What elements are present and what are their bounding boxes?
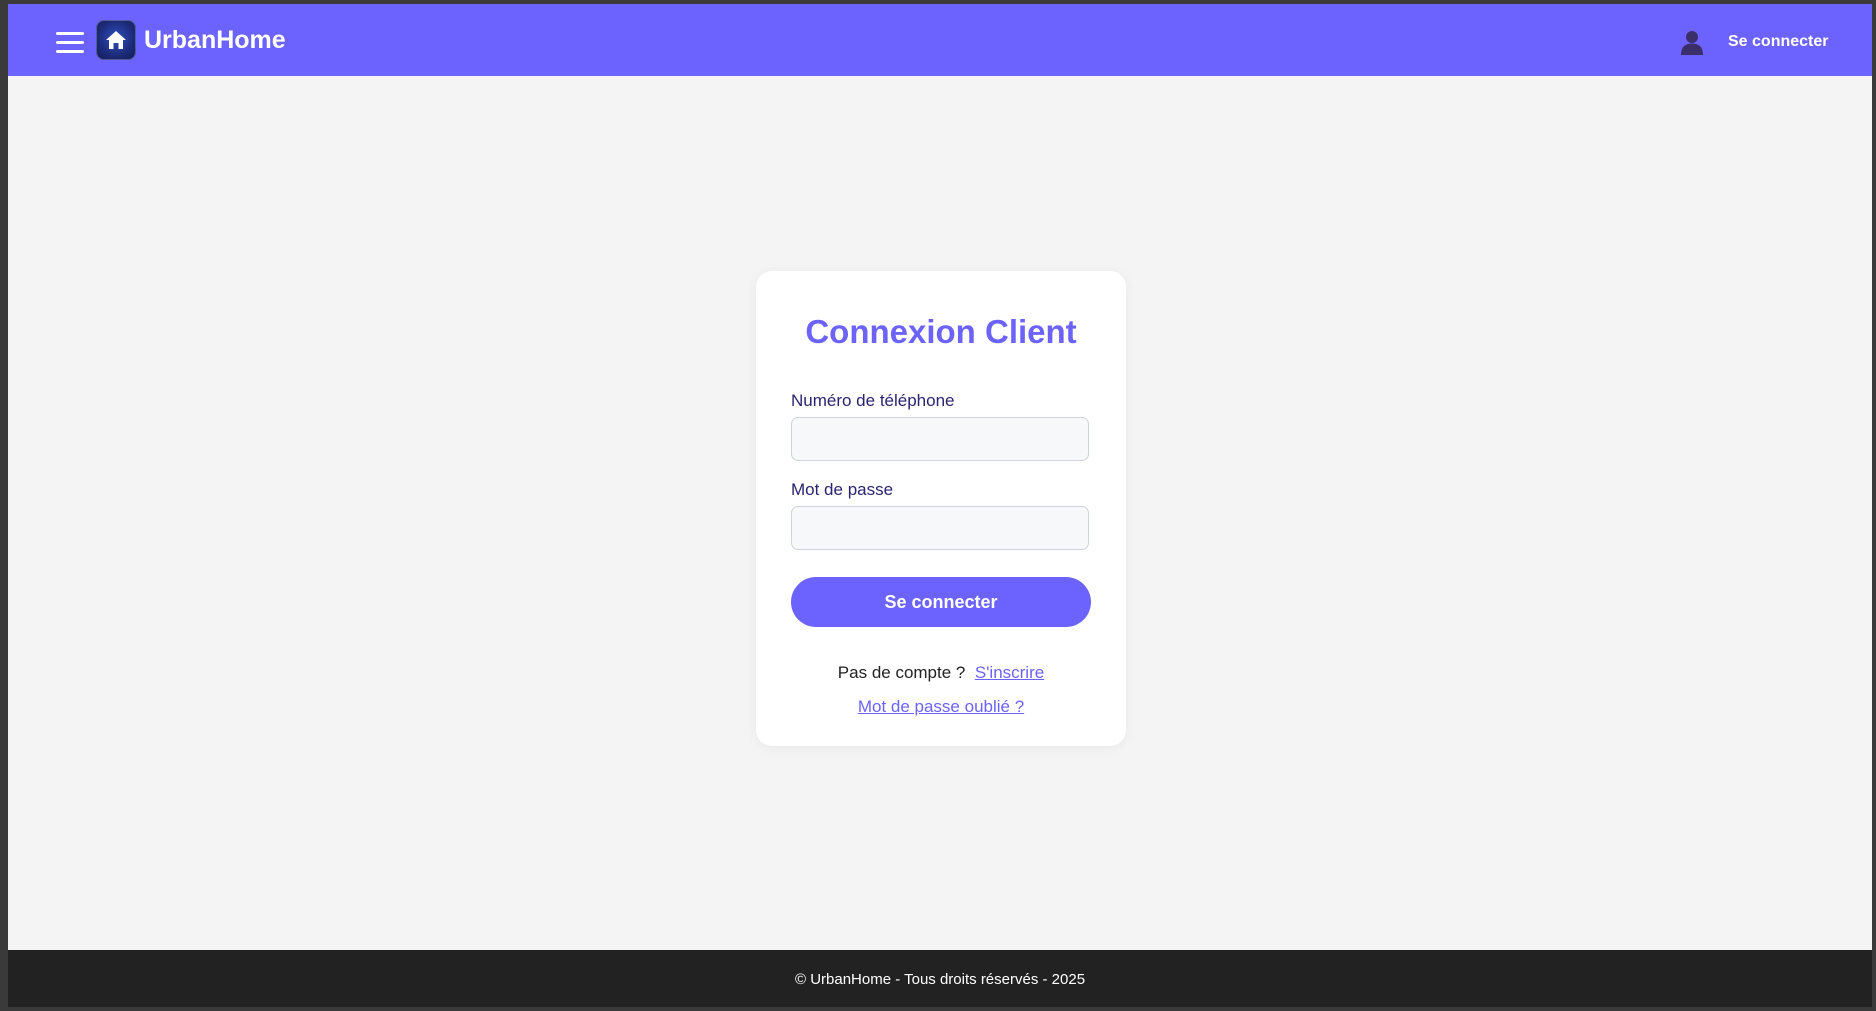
login-submit-button[interactable]: Se connecter (791, 577, 1091, 627)
user-icon[interactable] (1680, 29, 1704, 55)
forgot-password-row: Mot de passe oublié ? (756, 697, 1126, 717)
footer-copyright: © UrbanHome - Tous droits réservés - 202… (794, 971, 1086, 988)
home-icon[interactable] (96, 20, 136, 60)
password-label: Mot de passe (791, 480, 894, 499)
signup-link[interactable]: S'inscrire (975, 663, 1044, 682)
footer: © UrbanHome - Tous droits réservés - 202… (8, 950, 1872, 1007)
hamburger-menu-icon[interactable] (56, 32, 84, 54)
signup-prompt: Pas de compte ? S'inscrire (756, 663, 1126, 683)
login-title: Connexion Client (805, 313, 1077, 350)
top-navbar: UrbanHome Se connecter (8, 4, 1872, 76)
login-card: Connexion Client Numéro de téléphone Mot… (756, 271, 1126, 746)
forgot-password-link[interactable]: Mot de passe oublié ? (858, 697, 1024, 716)
password-input[interactable] (791, 506, 1089, 550)
brand-name[interactable]: UrbanHome (144, 26, 286, 54)
phone-label: Numéro de téléphone (791, 391, 955, 410)
nav-login-link[interactable]: Se connecter (1728, 33, 1828, 51)
no-account-text: Pas de compte ? (837, 663, 966, 682)
app-window: UrbanHome Se connecter Connexion Client … (8, 4, 1872, 1007)
phone-input[interactable] (791, 417, 1089, 461)
